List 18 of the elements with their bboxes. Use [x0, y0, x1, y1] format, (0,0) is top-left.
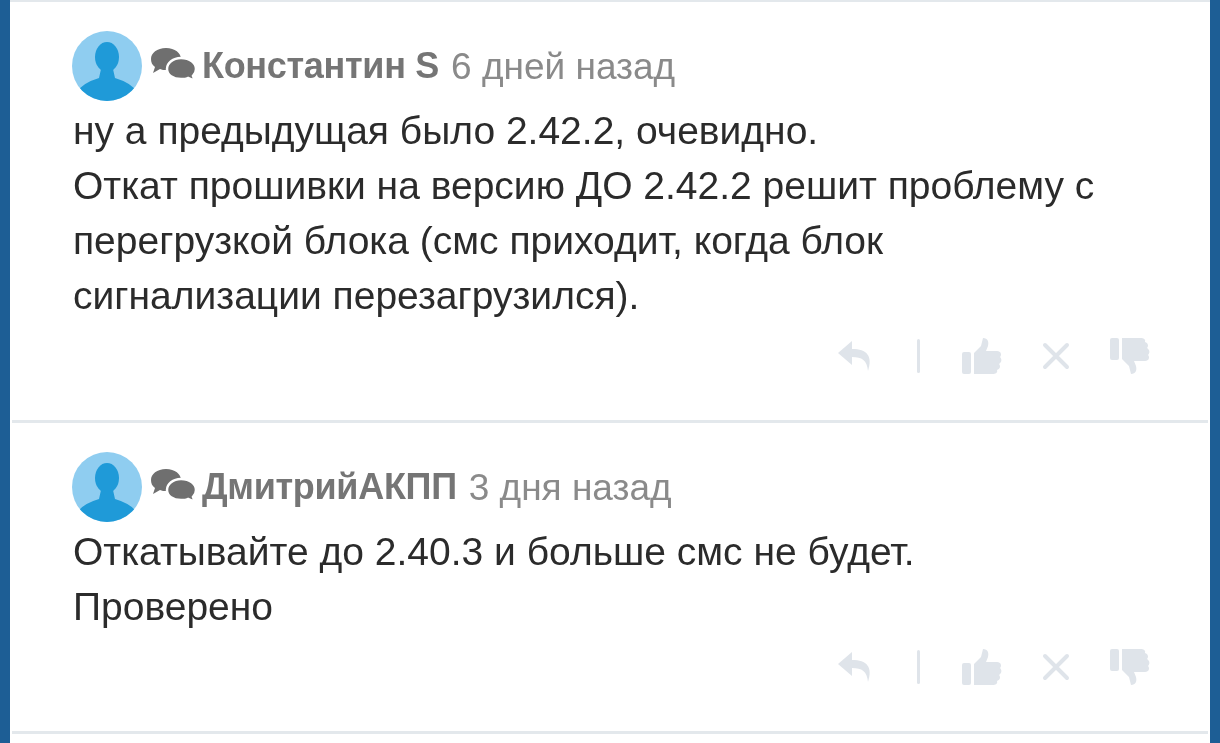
comment-text: Откатывайте до 2.40.3 и больше смс не будет. — [73, 529, 916, 575]
author-name: Константин S — [202, 48, 440, 84]
avatar-icon — [72, 452, 142, 522]
comment-text: ну а предыдущая было 2.42.2, очевидно. — [73, 108, 820, 154]
chat-bubbles-icon — [149, 468, 197, 502]
thumbs-up-icon[interactable] — [962, 338, 1002, 374]
thumbs-up-icon[interactable] — [962, 649, 1002, 685]
close-icon[interactable] — [1042, 653, 1070, 681]
comment-text: Откат прошивки на версию ДО 2.42.2 решит проблему с перегрузкой блока (смс приходит, когда блок сигнализации перезагрузился). — [73, 163, 1096, 319]
comment-text: Проверено — [73, 584, 274, 630]
author-name: ДмитрийАКПП — [202, 469, 457, 505]
close-icon[interactable] — [1042, 342, 1070, 370]
comment-time: 6 дней назад — [451, 47, 676, 85]
thumbs-down-icon[interactable] — [1110, 338, 1150, 374]
chat-bubbles-icon — [149, 47, 197, 81]
avatar-icon — [72, 31, 142, 101]
comment-time: 3 дня назад — [468, 468, 672, 506]
thumbs-down-icon[interactable] — [1110, 649, 1150, 685]
